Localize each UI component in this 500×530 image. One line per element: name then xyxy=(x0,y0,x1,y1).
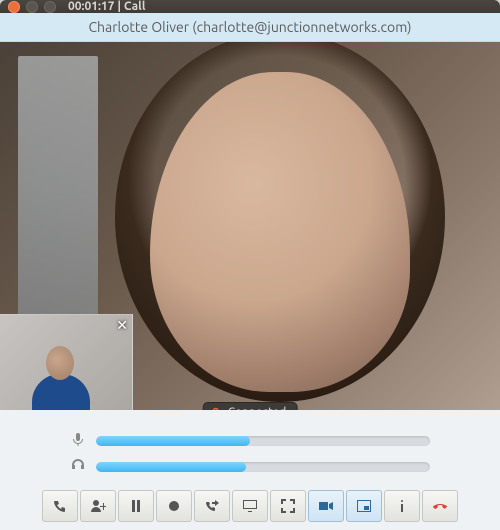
info-icon xyxy=(394,498,410,514)
microphone-icon xyxy=(70,432,86,449)
remote-video: ✕ Connected xyxy=(0,42,500,410)
self-view[interactable]: ✕ xyxy=(0,314,133,410)
lock-open-icon xyxy=(210,407,222,411)
connection-status: Connected xyxy=(204,403,297,410)
camera-button[interactable] xyxy=(308,490,344,522)
close-icon[interactable]: ✕ xyxy=(116,317,128,334)
record-icon xyxy=(166,498,182,514)
pause-icon xyxy=(128,498,144,514)
pip-icon xyxy=(356,498,372,514)
fullscreen-button[interactable] xyxy=(270,490,306,522)
fullscreen-icon xyxy=(280,498,296,514)
self-view-button[interactable] xyxy=(346,490,382,522)
call-content: Charlotte Oliver (charlotte@junctionnetw… xyxy=(0,13,500,530)
hold-button[interactable] xyxy=(42,490,78,522)
mic-level-bar xyxy=(96,436,430,446)
person-plus-icon xyxy=(90,498,106,514)
window-maximize-button[interactable] xyxy=(44,1,56,13)
phone-icon xyxy=(52,498,68,514)
pause-button[interactable] xyxy=(118,490,154,522)
speaker-meter xyxy=(70,459,430,474)
status-text: Connected xyxy=(228,406,287,410)
record-button[interactable] xyxy=(156,490,192,522)
monitor-icon xyxy=(242,498,258,514)
call-window: 00:01:17 | Call Charlotte Oliver (charlo… xyxy=(0,0,500,524)
call-toolbar xyxy=(0,484,500,530)
mic-meter xyxy=(70,432,430,449)
add-participant-button[interactable] xyxy=(80,490,116,522)
transfer-button[interactable] xyxy=(194,490,230,522)
transfer-icon xyxy=(204,498,220,514)
headphones-icon xyxy=(70,459,86,474)
hangup-icon xyxy=(432,498,448,514)
titlebar: 00:01:17 | Call xyxy=(0,0,500,13)
window-title: 00:01:17 | Call xyxy=(68,0,145,13)
hangup-button[interactable] xyxy=(422,490,458,522)
camera-icon xyxy=(318,498,334,514)
info-button[interactable] xyxy=(384,490,420,522)
screen-share-button[interactable] xyxy=(232,490,268,522)
self-person xyxy=(30,340,95,410)
window-close-button[interactable] xyxy=(8,1,20,13)
caller-identity: Charlotte Oliver (charlotte@junctionnetw… xyxy=(0,13,500,42)
remote-background xyxy=(18,56,98,326)
window-minimize-button[interactable] xyxy=(26,1,38,13)
audio-meters xyxy=(0,410,500,484)
speaker-level-bar xyxy=(96,462,430,472)
